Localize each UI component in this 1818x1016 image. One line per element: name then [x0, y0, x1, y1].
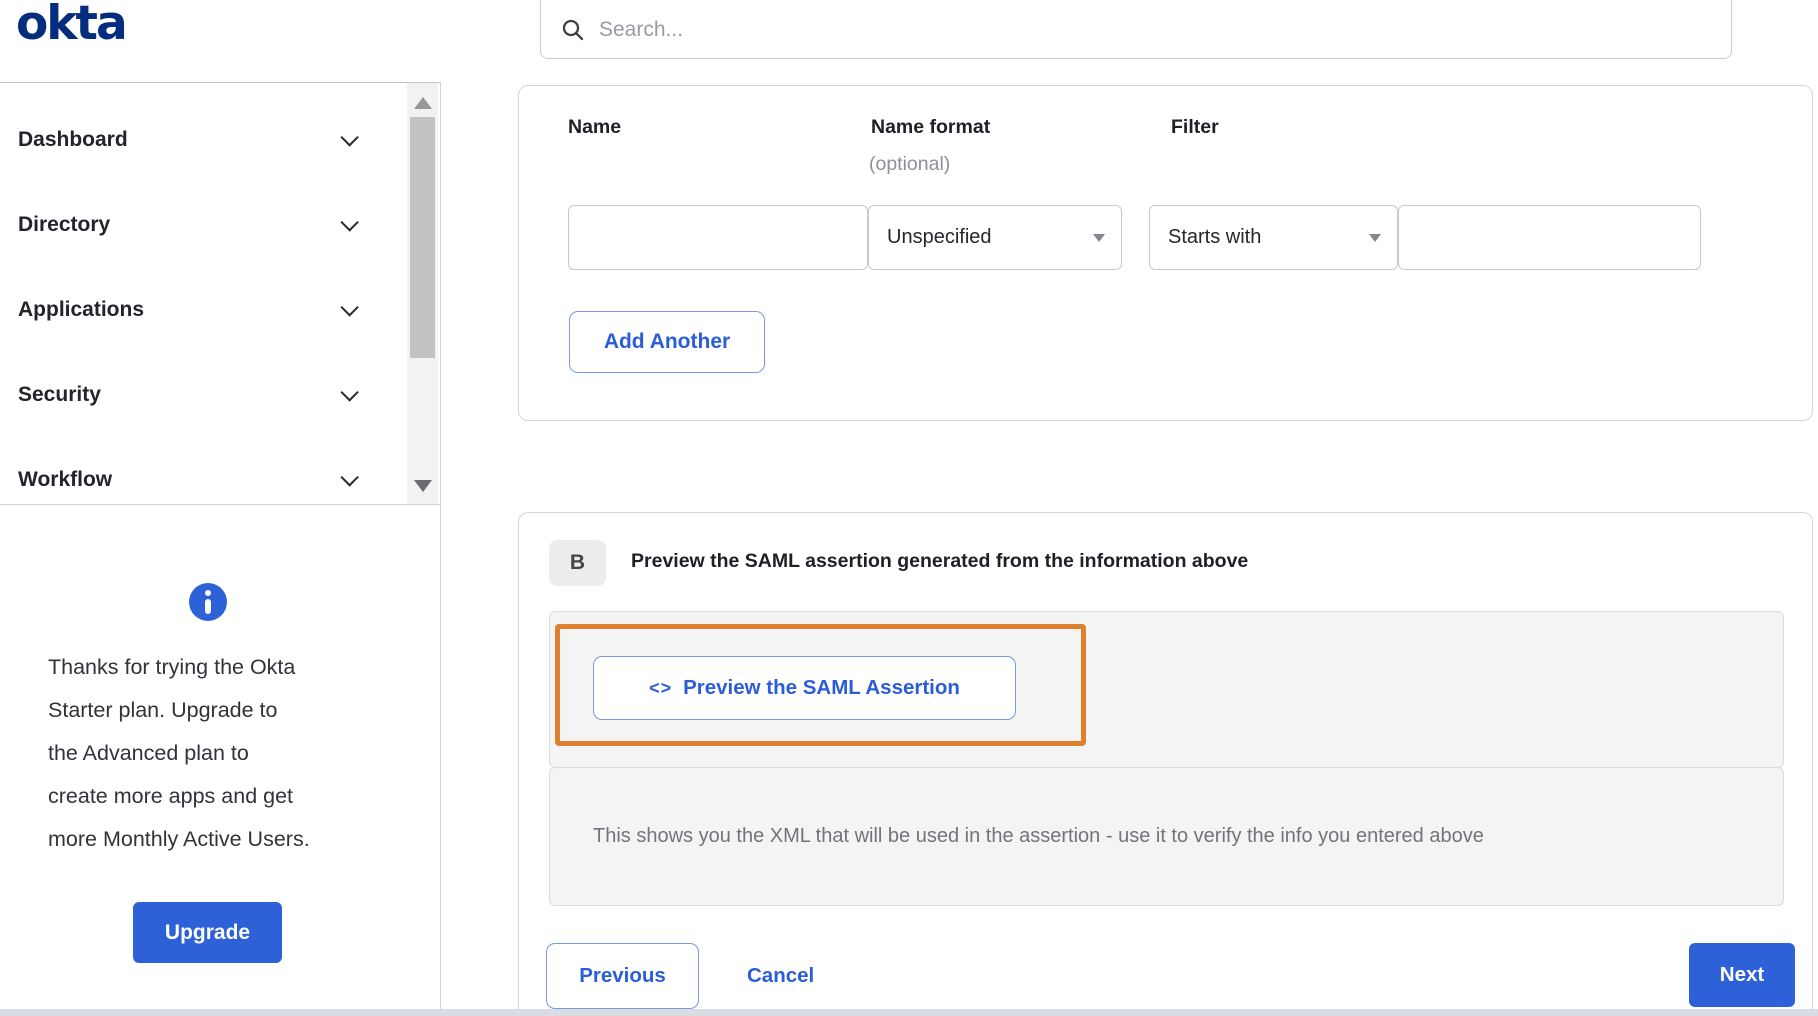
sidebar-item-label: Workflow	[18, 468, 112, 492]
upgrade-button[interactable]: Upgrade	[133, 902, 282, 963]
filter-operator-value: Starts with	[1168, 226, 1261, 249]
upsell-line: more Monthly Active Users.	[48, 818, 393, 861]
okta-admin-screen: okta Dashboard Directory Applications Se…	[0, 0, 1818, 1016]
dropdown-caret-icon	[1369, 234, 1381, 242]
preview-section-heading: Preview the SAML assertion generated fro…	[631, 550, 1248, 573]
sidebar-scrollbar[interactable]	[407, 83, 438, 504]
attribute-statements-card: Name Name format (optional) Filter Unspe…	[518, 85, 1813, 421]
name-format-optional-label: (optional)	[869, 153, 950, 176]
sidebar-item-label: Security	[18, 383, 101, 407]
name-format-value: Unspecified	[887, 226, 992, 249]
attribute-name-input[interactable]	[568, 205, 868, 270]
okta-logo[interactable]: okta	[16, 0, 126, 51]
next-button[interactable]: Next	[1689, 943, 1795, 1007]
sidebar-item-dashboard[interactable]: Dashboard	[0, 97, 440, 182]
chevron-down-icon	[340, 468, 358, 486]
previous-button[interactable]: Previous	[546, 943, 699, 1009]
sidebar-item-label: Directory	[18, 213, 110, 237]
scrollbar-up-icon[interactable]	[414, 97, 432, 109]
cancel-link[interactable]: Cancel	[747, 943, 814, 1009]
sidebar-item-security[interactable]: Security	[0, 352, 440, 437]
scrollbar-thumb[interactable]	[410, 117, 435, 358]
viewport-bottom-edge	[0, 1009, 1818, 1016]
filter-operator-select[interactable]: Starts with	[1149, 205, 1398, 270]
sidebar-item-label: Dashboard	[18, 128, 128, 152]
code-icon: <>	[649, 678, 672, 699]
preview-saml-button-label: Preview the SAML Assertion	[683, 676, 960, 700]
info-icon	[189, 583, 227, 621]
upsell-message: Thanks for trying the Okta Starter plan.…	[48, 646, 393, 861]
upsell-line: Thanks for trying the Okta	[48, 646, 393, 689]
chevron-down-icon	[340, 128, 358, 146]
add-another-button[interactable]: Add Another	[569, 311, 765, 373]
preview-saml-assertion-button[interactable]: <> Preview the SAML Assertion	[593, 656, 1016, 720]
chevron-down-icon	[340, 213, 358, 231]
sidebar-item-label: Applications	[18, 298, 144, 322]
search-input[interactable]	[599, 18, 1731, 42]
preview-description-panel: This shows you the XML that will be used…	[549, 767, 1784, 906]
upsell-line: the Advanced plan to	[48, 732, 393, 775]
chevron-down-icon	[340, 383, 358, 401]
chevron-down-icon	[340, 298, 358, 316]
sidebar-item-workflow[interactable]: Workflow	[0, 437, 440, 522]
step-b-badge: B	[549, 540, 606, 586]
upsell-line: Starter plan. Upgrade to	[48, 689, 393, 732]
sidebar-divider	[440, 82, 441, 1009]
saml-preview-card: B Preview the SAML assertion generated f…	[518, 512, 1813, 1016]
dropdown-caret-icon	[1093, 234, 1105, 242]
global-search[interactable]	[540, 0, 1732, 59]
sidebar-nav: Dashboard Directory Applications Securit…	[0, 82, 440, 505]
upsell-line: create more apps and get	[48, 775, 393, 818]
search-icon	[561, 18, 585, 42]
filter-column-label: Filter	[1171, 116, 1219, 139]
sidebar-item-directory[interactable]: Directory	[0, 182, 440, 267]
name-column-label: Name	[568, 116, 621, 139]
scrollbar-down-icon[interactable]	[414, 480, 432, 492]
sidebar-item-applications[interactable]: Applications	[0, 267, 440, 352]
preview-description-text: This shows you the XML that will be used…	[593, 825, 1484, 848]
name-format-select[interactable]: Unspecified	[868, 205, 1122, 270]
filter-value-input[interactable]	[1398, 205, 1701, 270]
name-format-column-label: Name format	[871, 116, 990, 139]
